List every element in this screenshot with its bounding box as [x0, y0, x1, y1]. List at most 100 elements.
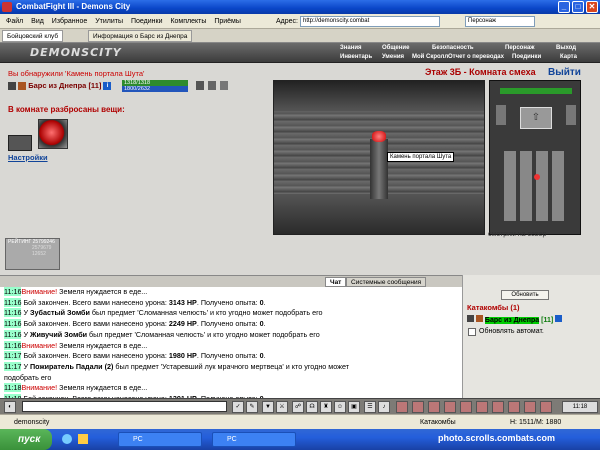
potion-slot-1-icon[interactable] [396, 401, 408, 413]
menu-sets[interactable]: Комплекты [170, 14, 206, 29]
nav-map[interactable]: Карта [560, 54, 577, 60]
address-input[interactable]: http://demonscity.combat [300, 16, 440, 27]
clan-icon [18, 82, 27, 91]
image-icon[interactable]: ▣ [348, 401, 360, 413]
chat-text: . Получено опыта: [196, 351, 260, 361]
potion-slot-4-icon[interactable] [444, 401, 456, 413]
location-panel: Обновить Катакомбы (1) Барс из Днепра [1… [462, 275, 600, 398]
clan-chat-icon[interactable]: ♜ [320, 401, 332, 413]
nav-my-scroll[interactable]: Мой Скролл [412, 54, 448, 60]
potion-slot-9-icon[interactable] [524, 401, 536, 413]
chat-line: 11:17 У Пожиратель Падали (2) был предме… [4, 361, 462, 373]
minimize-button[interactable]: _ [558, 1, 570, 13]
game-clock: 11:18 [562, 401, 598, 413]
sound-icon[interactable]: ♪ [378, 401, 390, 413]
turn-left-icon[interactable] [496, 105, 506, 125]
menu-view[interactable]: Вид [31, 14, 44, 29]
chat-log[interactable]: 11:16Внимание! Земеля нуждается в еде...… [0, 287, 462, 398]
chat-timestamp[interactable]: 11:16 [4, 308, 22, 318]
dungeon-floor [274, 194, 484, 234]
compass-arrow-icon[interactable]: ⇧ [520, 107, 552, 129]
tab-player-info[interactable]: Информация о Барс из Днепра [88, 30, 193, 42]
chat-timestamp[interactable]: 11:16 [4, 340, 22, 350]
badge-icon [220, 81, 228, 90]
nav-transfers[interactable]: Отчет о переводах [448, 54, 504, 60]
potion-slot-3-icon[interactable] [428, 401, 440, 413]
tab-system-messages[interactable]: Системные сообщения [346, 277, 427, 287]
start-button[interactable]: пуск [0, 429, 52, 450]
potion-slot-2-icon[interactable] [412, 401, 424, 413]
potion-slot-8-icon[interactable] [508, 401, 520, 413]
potion-slot-10-icon[interactable] [540, 401, 552, 413]
chat-timestamp[interactable]: 11:17 [4, 351, 22, 361]
nav-communication[interactable]: Общение [382, 45, 409, 51]
chat-text: был предмет 'Сломанная челюсть' и кто уг… [89, 308, 323, 318]
chat-text: Бой закончен. Всего вами нанесено урона: [21, 351, 169, 361]
chat-timestamp[interactable]: 11:18 [4, 383, 22, 393]
address-label: Адрес: [276, 18, 298, 25]
chat-mode-icon[interactable]: ◐ [4, 401, 16, 413]
chat-text: был предмет 'Устаревший лук мрачного мер… [113, 361, 349, 371]
location-player: Барс из Днепра [11] [467, 315, 563, 324]
nav-skills[interactable]: Умения [382, 54, 404, 60]
folder-quicklaunch-icon[interactable] [78, 434, 88, 444]
player-name[interactable]: Барс из Днепра [28, 81, 86, 90]
menu-fights[interactable]: Поединки [131, 14, 163, 29]
smile-icon[interactable]: ☺ [334, 401, 346, 413]
maximize-button[interactable]: □ [572, 1, 584, 13]
menu-favorites[interactable]: Избранное [52, 14, 87, 29]
walk-icon[interactable]: ☊ [306, 401, 318, 413]
exit-link[interactable]: Выйти [548, 67, 581, 78]
rating-box: РЕЙТИНГ 25799246 2579679 12652 [5, 238, 60, 270]
menu-file[interactable]: Файл [6, 14, 23, 29]
chat-timestamp[interactable]: 11:16 [4, 329, 22, 339]
portal-stone-object[interactable] [372, 131, 386, 142]
turn-right-icon[interactable] [566, 105, 576, 125]
chat-timestamp[interactable]: 11:17 [4, 361, 22, 371]
fight-icon[interactable]: ⚔ [276, 401, 288, 413]
menu-utilities[interactable]: Утилиты [95, 14, 123, 29]
dungeon-view[interactable]: Камень портала Шута [273, 80, 485, 235]
portal-stone-item[interactable] [38, 119, 68, 149]
nav-character[interactable]: Персонаж [505, 45, 535, 51]
refresh-button[interactable]: Обновить [501, 290, 549, 300]
chat-timestamp[interactable]: 11:16 [4, 319, 22, 329]
game-logo: DEMONSCITY [30, 46, 122, 59]
chat-timestamp[interactable]: 11:16 [4, 297, 22, 307]
chat-input[interactable] [22, 401, 227, 412]
scroll-icon[interactable]: ☰ [364, 401, 376, 413]
nav-inventory[interactable]: Инвентарь [340, 54, 372, 60]
dropped-item-cube[interactable] [8, 135, 32, 151]
auto-refresh-checkbox[interactable] [468, 328, 476, 336]
taskbar-item-2[interactable]: PC [212, 432, 296, 447]
nav-fights[interactable]: Поединки [512, 54, 541, 60]
location-player-name[interactable]: Барс из Днепра [484, 317, 540, 324]
player-info: Барс из Днепра [11] i [8, 81, 112, 91]
status-host: demonscity [14, 419, 50, 426]
filter-icon[interactable]: ▼ [262, 401, 274, 413]
nav-knowledge[interactable]: Знания [340, 45, 362, 51]
game-header: DEMONSCITY Знания Общение Безопасность П… [0, 43, 600, 63]
info-icon[interactable]: i [103, 82, 112, 91]
taskbar-item-1[interactable]: PC [118, 432, 202, 447]
persona-input[interactable]: Персонаж [465, 16, 535, 27]
settings-link[interactable]: Настройки [8, 153, 48, 162]
tab-fight-club[interactable]: Бойцовский клуб [2, 30, 64, 42]
tab-chat[interactable]: Чат [325, 277, 347, 287]
chat-timestamp[interactable]: 11:16 [4, 287, 22, 296]
run-icon[interactable]: ☍ [292, 401, 304, 413]
browser-quicklaunch-icon[interactable] [62, 434, 72, 444]
potion-slot-6-icon[interactable] [476, 401, 488, 413]
close-button[interactable]: ✕ [586, 1, 598, 13]
clear-icon[interactable]: ✎ [246, 401, 258, 413]
nav-security[interactable]: Безопасность [432, 45, 474, 51]
chat-toolbar: ◐ ✓ ✎ ▼ ⚔ ☍ ☊ ♜ ☺ ▣ ☰ ♪ 11:18 [0, 398, 600, 414]
chat-line: 11:16 У Зубастый Зомби был предмет 'Слом… [4, 308, 462, 319]
chat-line: 11:16Внимание! Земеля нуждается в еде... [4, 287, 462, 298]
potion-slot-5-icon[interactable] [460, 401, 472, 413]
menu-techniques[interactable]: Приёмы [214, 14, 241, 29]
nav-exit[interactable]: Выход [556, 45, 576, 51]
info-icon[interactable] [555, 315, 563, 322]
send-icon[interactable]: ✓ [232, 401, 244, 413]
potion-slot-7-icon[interactable] [492, 401, 504, 413]
